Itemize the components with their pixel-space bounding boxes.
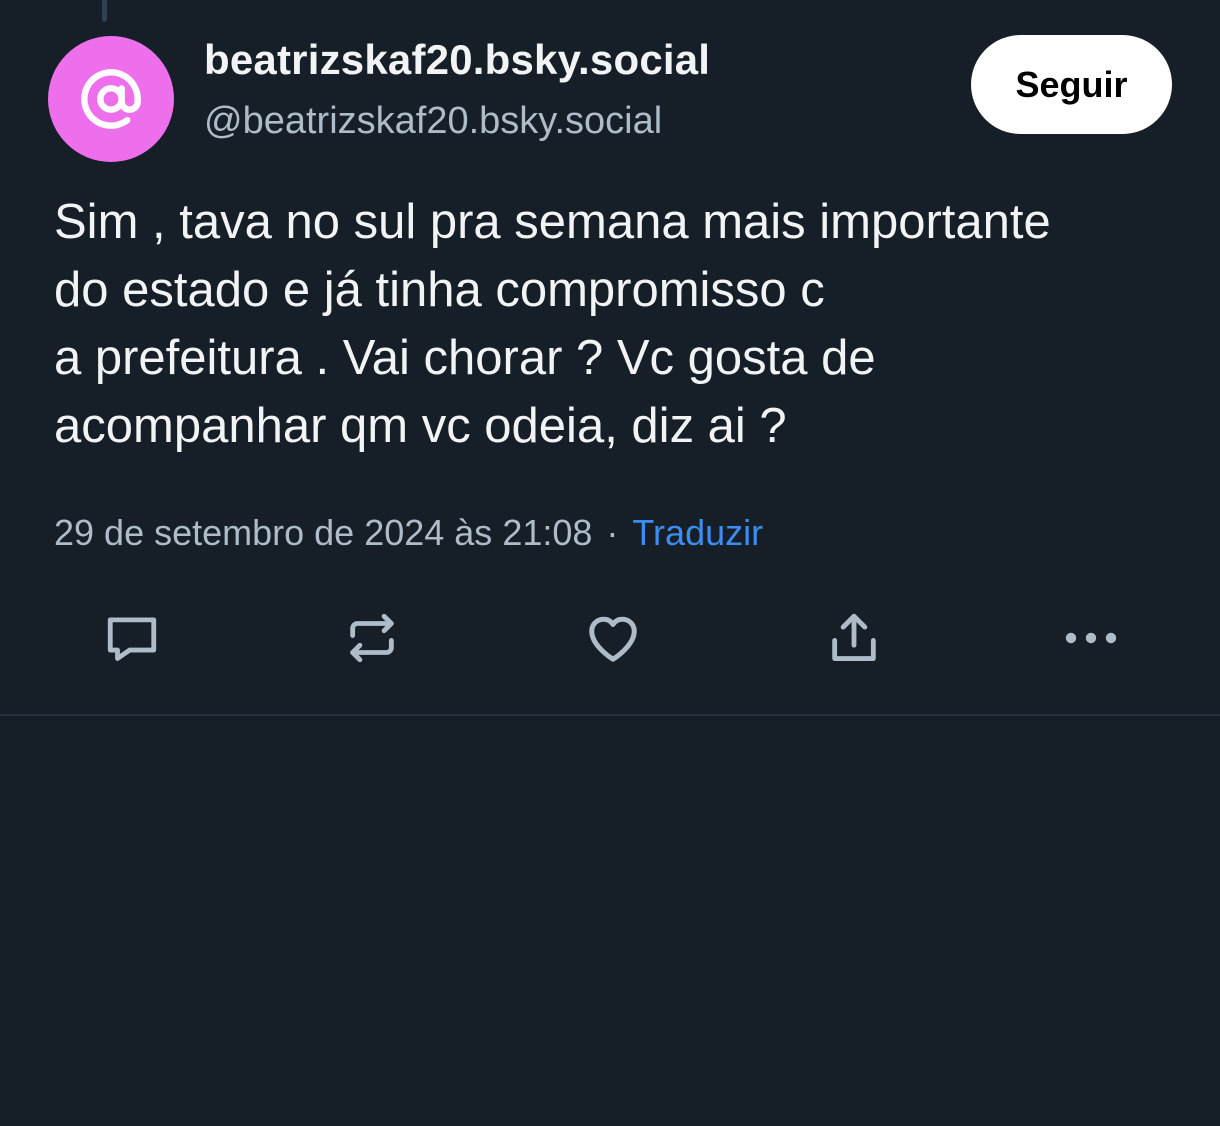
like-button[interactable] [581, 606, 645, 670]
post-text-line: Sim , tava no sul pra semana mais import… [54, 195, 1051, 249]
post-text: Sim , tava no sul pra semana mais import… [54, 188, 1174, 460]
more-options-icon [1065, 632, 1117, 644]
more-options-button[interactable] [1059, 606, 1123, 670]
post-text-line: acompanhar qm vc odeia, diz ai ? [54, 399, 787, 453]
post-divider [0, 714, 1220, 716]
follow-button[interactable]: Seguir [971, 35, 1172, 134]
post-meta: 29 de setembro de 2024 às 21:08 · Traduzir [54, 512, 763, 554]
meta-separator: · [606, 512, 619, 553]
at-sign-icon [81, 69, 141, 129]
post-text-line: do estado e já tinha compromisso c [54, 263, 825, 317]
thread-connector-line [102, 0, 107, 22]
reply-button[interactable] [100, 606, 164, 670]
repost-button[interactable] [340, 606, 404, 670]
post-timestamp: 29 de setembro de 2024 às 21:08 [54, 512, 593, 553]
translate-link[interactable]: Traduzir [632, 512, 763, 553]
avatar[interactable] [48, 36, 174, 162]
post-thread-screen: beatrizskaf20.bsky.social @beatrizskaf20… [0, 0, 1220, 1126]
heart-icon [589, 616, 637, 662]
share-button[interactable] [822, 606, 886, 670]
repost-icon [350, 613, 394, 663]
share-icon [832, 613, 876, 661]
post-text-line: a prefeitura . Vai chorar ? Vc gosta de [54, 331, 876, 385]
reply-icon [107, 617, 157, 661]
author-display-name[interactable]: beatrizskaf20.bsky.social [204, 36, 710, 84]
author-handle[interactable]: @beatrizskaf20.bsky.social [204, 100, 662, 143]
